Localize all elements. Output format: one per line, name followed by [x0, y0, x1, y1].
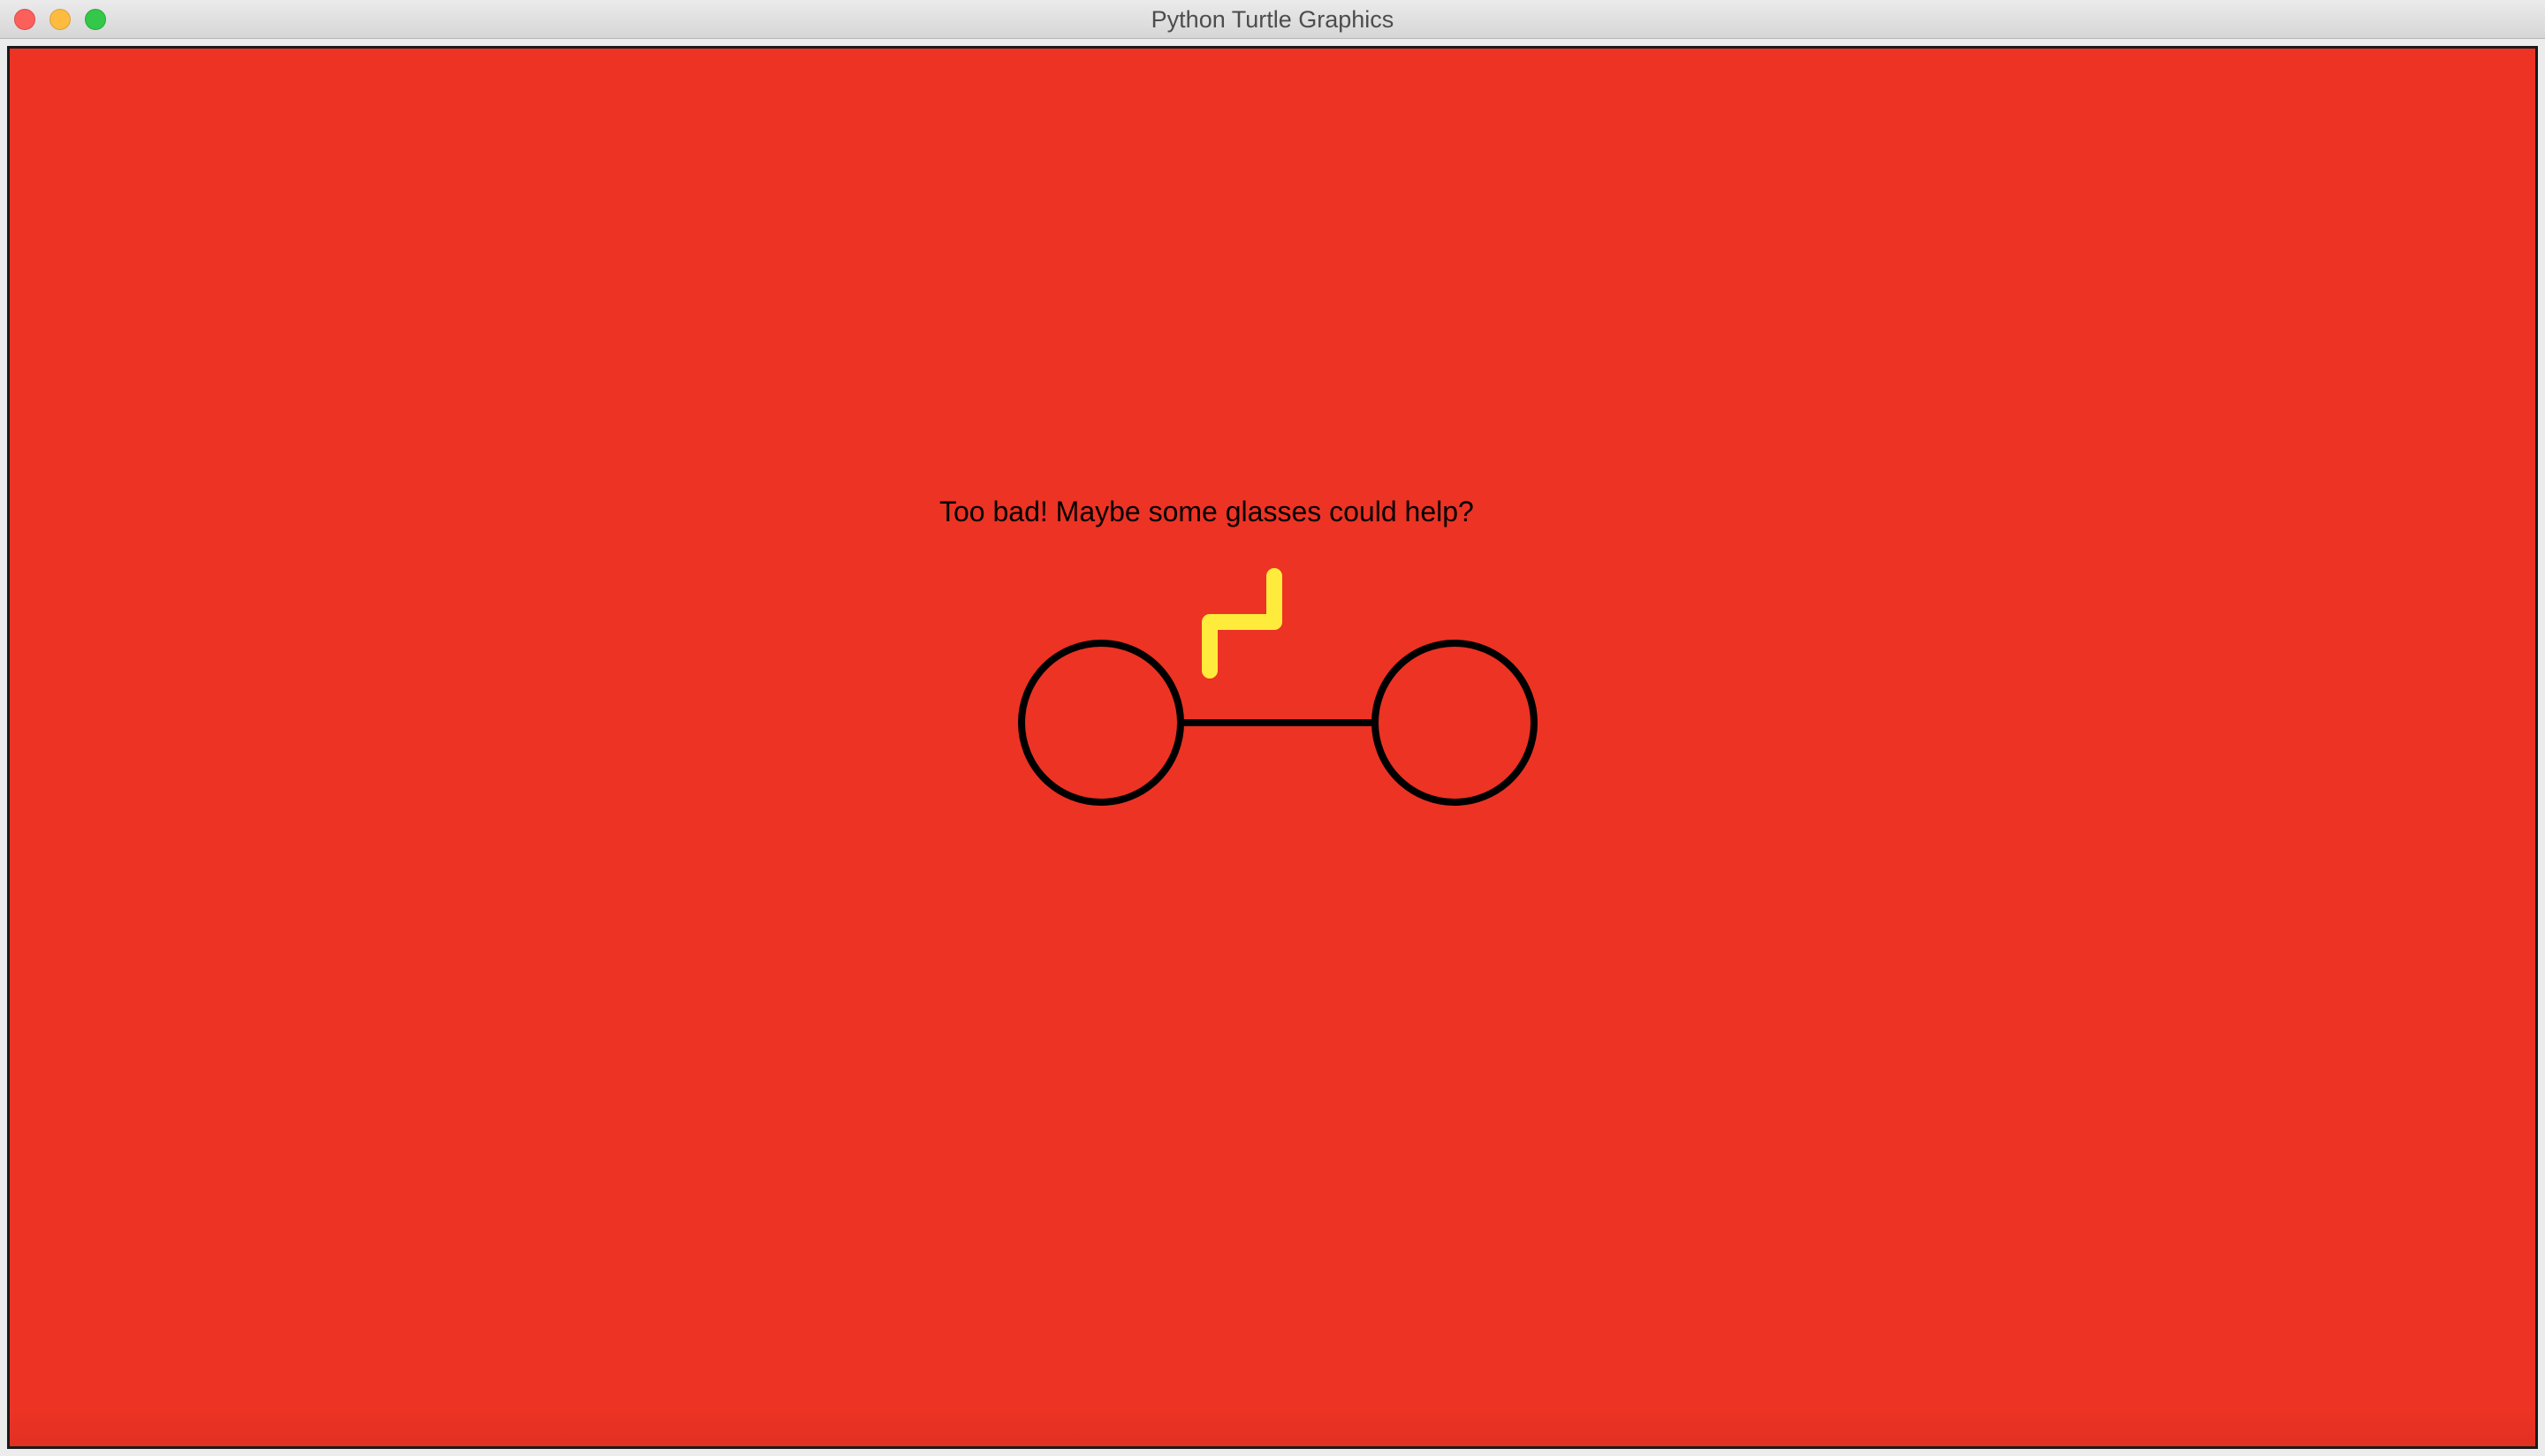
turtle-window: Python Turtle Graphics Too bad! Maybe so… — [0, 0, 2545, 1456]
glasses-right-lens — [1371, 640, 1538, 806]
drawing-svg — [1018, 568, 1538, 806]
glasses-left-lens — [1018, 640, 1184, 806]
window-title: Python Turtle Graphics — [1151, 6, 1394, 33]
turtle-canvas[interactable]: Too bad! Maybe some glasses could help? — [7, 46, 2538, 1449]
lightning-bolt-icon — [1202, 568, 1282, 679]
window-titlebar[interactable]: Python Turtle Graphics — [0, 0, 2545, 39]
